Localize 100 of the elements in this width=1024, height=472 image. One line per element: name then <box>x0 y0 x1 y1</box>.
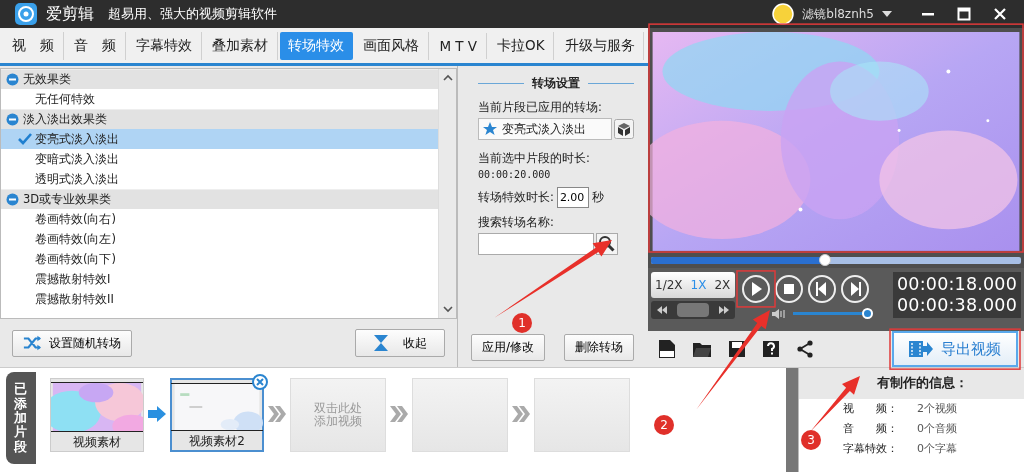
delete-transition-button[interactable]: 删除转场 <box>564 334 634 362</box>
folder-icon[interactable] <box>692 340 712 359</box>
double-chevron-icon <box>390 406 408 423</box>
play-icon[interactable] <box>741 273 771 304</box>
total-time: 00:00:38.000 <box>897 294 1017 316</box>
effect-label: 卷画特效(向左) <box>35 231 116 247</box>
tab[interactable]: 音 频 <box>66 31 126 60</box>
check-icon <box>18 133 32 146</box>
clip-label: 视频素材 <box>73 434 121 452</box>
empty-clip-slot[interactable] <box>534 378 630 453</box>
user-name[interactable]: 滤镜bl8znh5 <box>802 5 874 23</box>
applied-transition-field[interactable]: 变亮式淡入淡出 <box>478 118 612 141</box>
field-label: 转场特效时长: <box>478 190 554 206</box>
progress-handle[interactable] <box>818 254 831 266</box>
maximize-icon[interactable] <box>957 7 971 22</box>
info-label: 字幕特效： <box>843 441 899 458</box>
field-label: 搜索转场名称: <box>478 215 555 231</box>
next-frame-icon[interactable] <box>840 273 870 304</box>
jog-wheel-drawing[interactable] <box>651 300 735 319</box>
previous-frame-icon[interactable] <box>807 273 837 304</box>
collapse-icon <box>6 113 19 127</box>
category-label: 淡入淡出效果类 <box>23 112 107 128</box>
hourglass-icon <box>373 334 389 353</box>
unit-label: 秒 <box>591 190 604 206</box>
film-icon <box>909 340 933 359</box>
section-title: 转场设置 <box>532 76 580 92</box>
double-chevron-icon <box>512 406 530 423</box>
new-file-icon[interactable] <box>658 339 676 360</box>
double-chevron-icon <box>268 406 286 423</box>
collapse-icon <box>6 73 19 87</box>
effect-label: 透明式淡入淡出 <box>35 171 119 187</box>
search-field[interactable] <box>478 233 594 256</box>
apply-button[interactable]: 应用/修改 <box>471 334 546 362</box>
add-video-hint: 添加视频 <box>314 415 362 429</box>
category-header[interactable]: 3D或专业效果类 <box>1 189 438 210</box>
added-clips-tab[interactable]: 已添加片段 <box>6 372 36 464</box>
tab[interactable]: 升级与服务 <box>556 31 645 60</box>
effect-label: 变暗式淡入淡出 <box>35 151 119 167</box>
empty-clip-slot[interactable] <box>412 378 508 453</box>
dice-icon[interactable] <box>614 119 634 140</box>
arrow-icon <box>148 406 166 423</box>
star-icon <box>483 122 497 137</box>
app-name: 爱剪辑 <box>46 3 94 25</box>
category-label: 无效果类 <box>23 72 71 88</box>
collapse-icon <box>6 193 19 207</box>
effect-item[interactable]: 变亮式淡入淡出 <box>1 129 438 150</box>
info-label: 视 频： <box>843 401 899 418</box>
video-clip[interactable]: 视频素材 <box>50 378 144 453</box>
effect-label: 卷画特效(向下) <box>35 251 116 267</box>
effect-item[interactable]: 卷画特效(向左) <box>1 229 438 250</box>
info-value: 2个视频 <box>917 401 957 418</box>
tab[interactable]: 卡拉OK <box>488 31 555 60</box>
help-icon[interactable] <box>762 340 780 359</box>
app-logo-icon <box>14 2 38 27</box>
avatar-icon <box>772 3 795 26</box>
field-label: 当前选中片段的时长: <box>478 151 591 167</box>
tab[interactable]: 视 频 <box>4 31 64 60</box>
collapse-button[interactable]: 收起 <box>355 329 445 358</box>
info-label: 音 频： <box>843 421 899 438</box>
share-icon[interactable] <box>796 340 814 359</box>
volume-handle[interactable] <box>862 308 873 320</box>
clip-label: 视频素材2 <box>189 433 245 451</box>
export-video-button[interactable]: 导出视频 <box>892 331 1018 368</box>
effect-item[interactable]: 变暗式淡入淡出 <box>1 149 438 170</box>
tab[interactable]: 画面风格 <box>354 31 429 60</box>
add-video-hint: 双击此处 <box>314 401 362 415</box>
effect-item[interactable]: 透明式淡入淡出 <box>1 169 438 190</box>
speed-option[interactable]: 1/2X <box>651 277 687 292</box>
random-transition-button[interactable]: 设置随机转场 <box>12 329 132 357</box>
highlight-frame <box>736 270 776 308</box>
stop-icon[interactable] <box>774 273 804 304</box>
effect-label: 无任何特效 <box>35 91 95 107</box>
tab[interactable]: M T V <box>430 32 487 59</box>
app-slogan: 超易用、强大的视频剪辑软件 <box>108 5 277 24</box>
effect-label: 震撼散射特效I <box>35 271 111 287</box>
effect-item[interactable]: 震撼散射特效I <box>1 269 438 290</box>
effect-item[interactable]: 震撼散射特效II <box>1 289 438 310</box>
effect-item[interactable]: 卷画特效(向下) <box>1 249 438 270</box>
caret-icon[interactable] <box>882 11 892 18</box>
tab[interactable]: 字幕特效 <box>127 31 202 60</box>
speed-option[interactable]: 2X <box>710 277 735 292</box>
effect-label: 变亮式淡入淡出 <box>35 131 119 147</box>
category-header[interactable]: 淡入淡出效果类 <box>1 109 438 130</box>
info-title: 有制作的信息： <box>799 368 1024 400</box>
clip-duration: 00:00:20.000 <box>478 169 552 181</box>
remove-icon[interactable] <box>252 374 268 391</box>
speaker-icon <box>771 307 787 320</box>
effect-item[interactable]: 无任何特效 <box>1 89 438 110</box>
duration-input[interactable]: 2.00 <box>556 187 589 209</box>
current-time: 00:00:18.000 <box>897 273 1017 295</box>
effect-label: 震撼散射特效II <box>35 291 114 307</box>
scrollbar[interactable] <box>438 69 456 319</box>
tab[interactable]: 叠加素材 <box>203 31 278 60</box>
info-value: 0个音频 <box>917 421 957 438</box>
category-header[interactable]: 无效果类 <box>1 69 438 90</box>
callout-badge: 1 <box>512 313 532 333</box>
close-icon[interactable] <box>993 7 1007 22</box>
category-label: 3D或专业效果类 <box>23 192 112 208</box>
effect-item[interactable]: 卷画特效(向右) <box>1 209 438 230</box>
applied-transition-value: 变亮式淡入淡出 <box>502 121 586 137</box>
